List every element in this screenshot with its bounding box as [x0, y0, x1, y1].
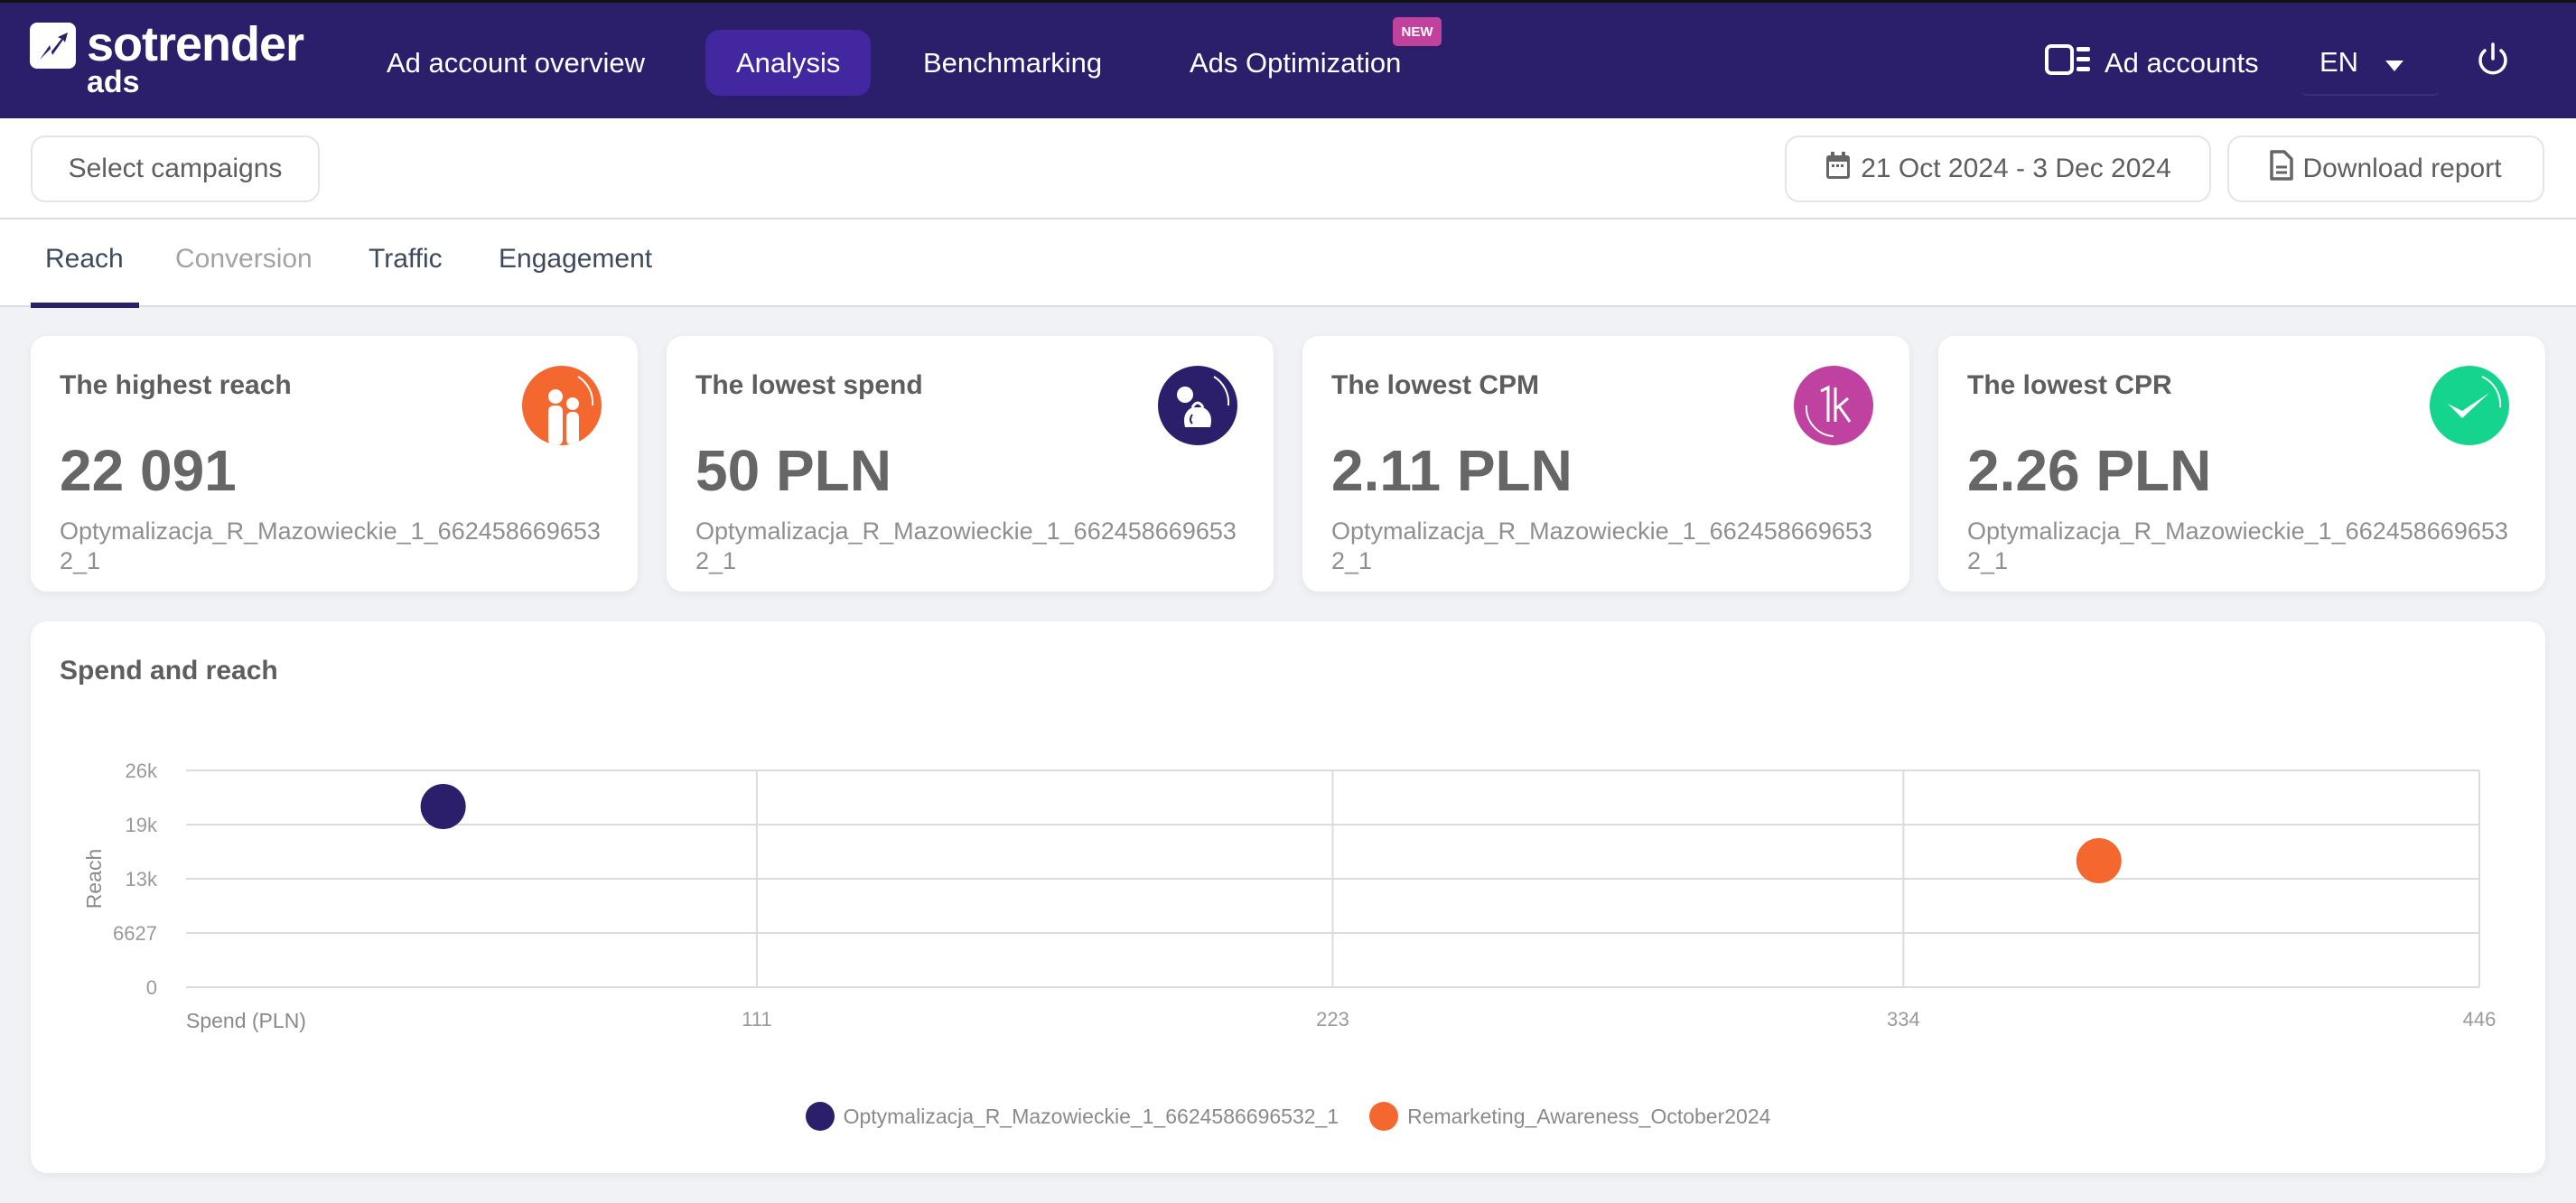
tab-engagement[interactable]: Engagement [499, 244, 652, 275]
kpi-campaign: Optymalizacja_R_Mazowieckie_1_6624586696… [1967, 518, 2508, 574]
y-tick-label: 6627 [113, 922, 157, 945]
tab-traffic[interactable]: Traffic [369, 244, 443, 275]
ad-accounts-label: Ad accounts [2105, 46, 2259, 79]
select-campaigns-button[interactable]: Select campaigns [31, 135, 320, 202]
kpi-card-lowest-cpr: The lowest CPR 2.26 PLN Optymalizacja_R_… [1938, 336, 2545, 592]
kpi-card-lowest-cpm: The lowest CPM 2.11 PLN Optymalizacja_R_… [1302, 336, 1909, 592]
x-tick-label: 223 [1316, 1008, 1349, 1030]
data-point [2076, 838, 2122, 884]
logo-sub: ads [87, 64, 140, 99]
nav-ads-optimization[interactable]: Ads Optimization [1159, 30, 1432, 96]
legend-marker [1369, 1102, 1399, 1131]
kpi-title: The highest reach [60, 370, 292, 400]
date-range-picker[interactable]: 21 Oct 2024 - 3 Dec 2024 [1785, 135, 2211, 202]
spend-reach-chart-card: Spend and reach 0 6627 13k 19k 26k 111 223 334 4… [31, 621, 2545, 1173]
x-tick-label: 334 [1887, 1008, 1920, 1030]
power-icon [2477, 42, 2509, 85]
chart-legend: Optymalizacja_R_Mazowieckie_1_6624586696… [31, 1102, 2545, 1131]
y-tick-label: 19k [126, 814, 158, 836]
kpi-campaign: Optymalizacja_R_Mazowieckie_1_6624586696… [60, 518, 601, 574]
x-tick-label: 446 [2463, 1008, 2497, 1030]
checkmark-icon [2430, 366, 2509, 445]
filter-bar: Select campaigns 21 Oct 2024 - 3 Dec 202… [0, 118, 2576, 219]
kpi-campaign: Optymalizacja_R_Mazowieckie_1_6624586696… [695, 518, 1237, 574]
kpi-value: 22 091 [60, 438, 237, 503]
tab-reach[interactable]: Reach [45, 244, 124, 275]
legend-marker [805, 1102, 835, 1131]
nav-ad-account-overview[interactable]: Ad account overview [356, 30, 676, 96]
language-value: EN [2319, 45, 2359, 78]
kpi-value: 2.26 PLN [1967, 438, 2212, 503]
legend-label: Optymalizacja_R_Mazowieckie_1_6624586696… [843, 1104, 1339, 1128]
document-icon [2270, 150, 2294, 188]
kpi-card-lowest-spend: The lowest spend 50 PLN Optymalizacja_R_… [667, 336, 1274, 592]
legend-label: Remarketing_Awareness_October2024 [1407, 1104, 1771, 1128]
ad-accounts-icon [2045, 43, 2092, 83]
trend-arrow-icon [30, 23, 76, 69]
data-point [420, 783, 466, 829]
kpi-value: 50 PLN [695, 438, 891, 503]
kpi-value: 2.11 PLN [1331, 438, 1573, 503]
legend-item[interactable]: Remarketing_Awareness_October2024 [1369, 1102, 1770, 1131]
date-range-label: 21 Oct 2024 - 3 Dec 2024 [1861, 154, 2171, 183]
x-axis-label: Spend (PLN) [186, 1009, 306, 1032]
people-icon [522, 366, 602, 445]
logout-button[interactable] [2477, 30, 2509, 96]
x-tick-label: 111 [742, 1008, 771, 1030]
y-tick-label: 26k [126, 760, 158, 782]
tab-conversion[interactable]: Conversion [175, 244, 313, 275]
download-report-button[interactable]: Download report [2227, 135, 2544, 202]
calendar-icon [1825, 150, 1852, 188]
active-tab-indicator [31, 303, 139, 308]
y-tick-label: 0 [146, 976, 157, 999]
legend-item[interactable]: Optymalizacja_R_Mazowieckie_1_6624586696… [805, 1102, 1339, 1131]
top-navigation-bar: sotrender ads Ad account overview Analys… [0, 0, 2576, 118]
thousand-icon [1794, 366, 1873, 445]
kpi-title: The lowest spend [695, 370, 923, 400]
kpi-campaign: Optymalizacja_R_Mazowieckie_1_6624586696… [1331, 518, 1872, 574]
money-bag-icon [1158, 366, 1237, 445]
scatter-plot: 0 6627 13k 19k 26k 111 223 334 446 Spend (PLN) Rea… [82, 760, 2497, 1032]
ad-accounts-button[interactable]: Ad accounts [2045, 30, 2259, 96]
logo-brand: sotrender [87, 17, 304, 71]
y-tick-label: 13k [126, 868, 158, 891]
y-axis-label: Reach [82, 849, 106, 909]
nav-benchmarking[interactable]: Benchmarking [892, 30, 1133, 96]
kpi-card-highest-reach: The highest reach 22 091 Optymalizacja_R… [31, 336, 638, 592]
metric-tabs: Reach Conversion Traffic Engagement [0, 219, 2576, 308]
download-report-label: Download report [2302, 154, 2502, 183]
language-select[interactable]: EN [2301, 30, 2439, 96]
kpi-title: The lowest CPR [1967, 370, 2172, 400]
new-badge: NEW [1393, 17, 1442, 46]
kpi-title: The lowest CPM [1331, 370, 1540, 400]
logo[interactable]: sotrender ads [30, 17, 304, 99]
caret-down-icon [2385, 46, 2404, 79]
nav-analysis[interactable]: Analysis [705, 30, 872, 96]
